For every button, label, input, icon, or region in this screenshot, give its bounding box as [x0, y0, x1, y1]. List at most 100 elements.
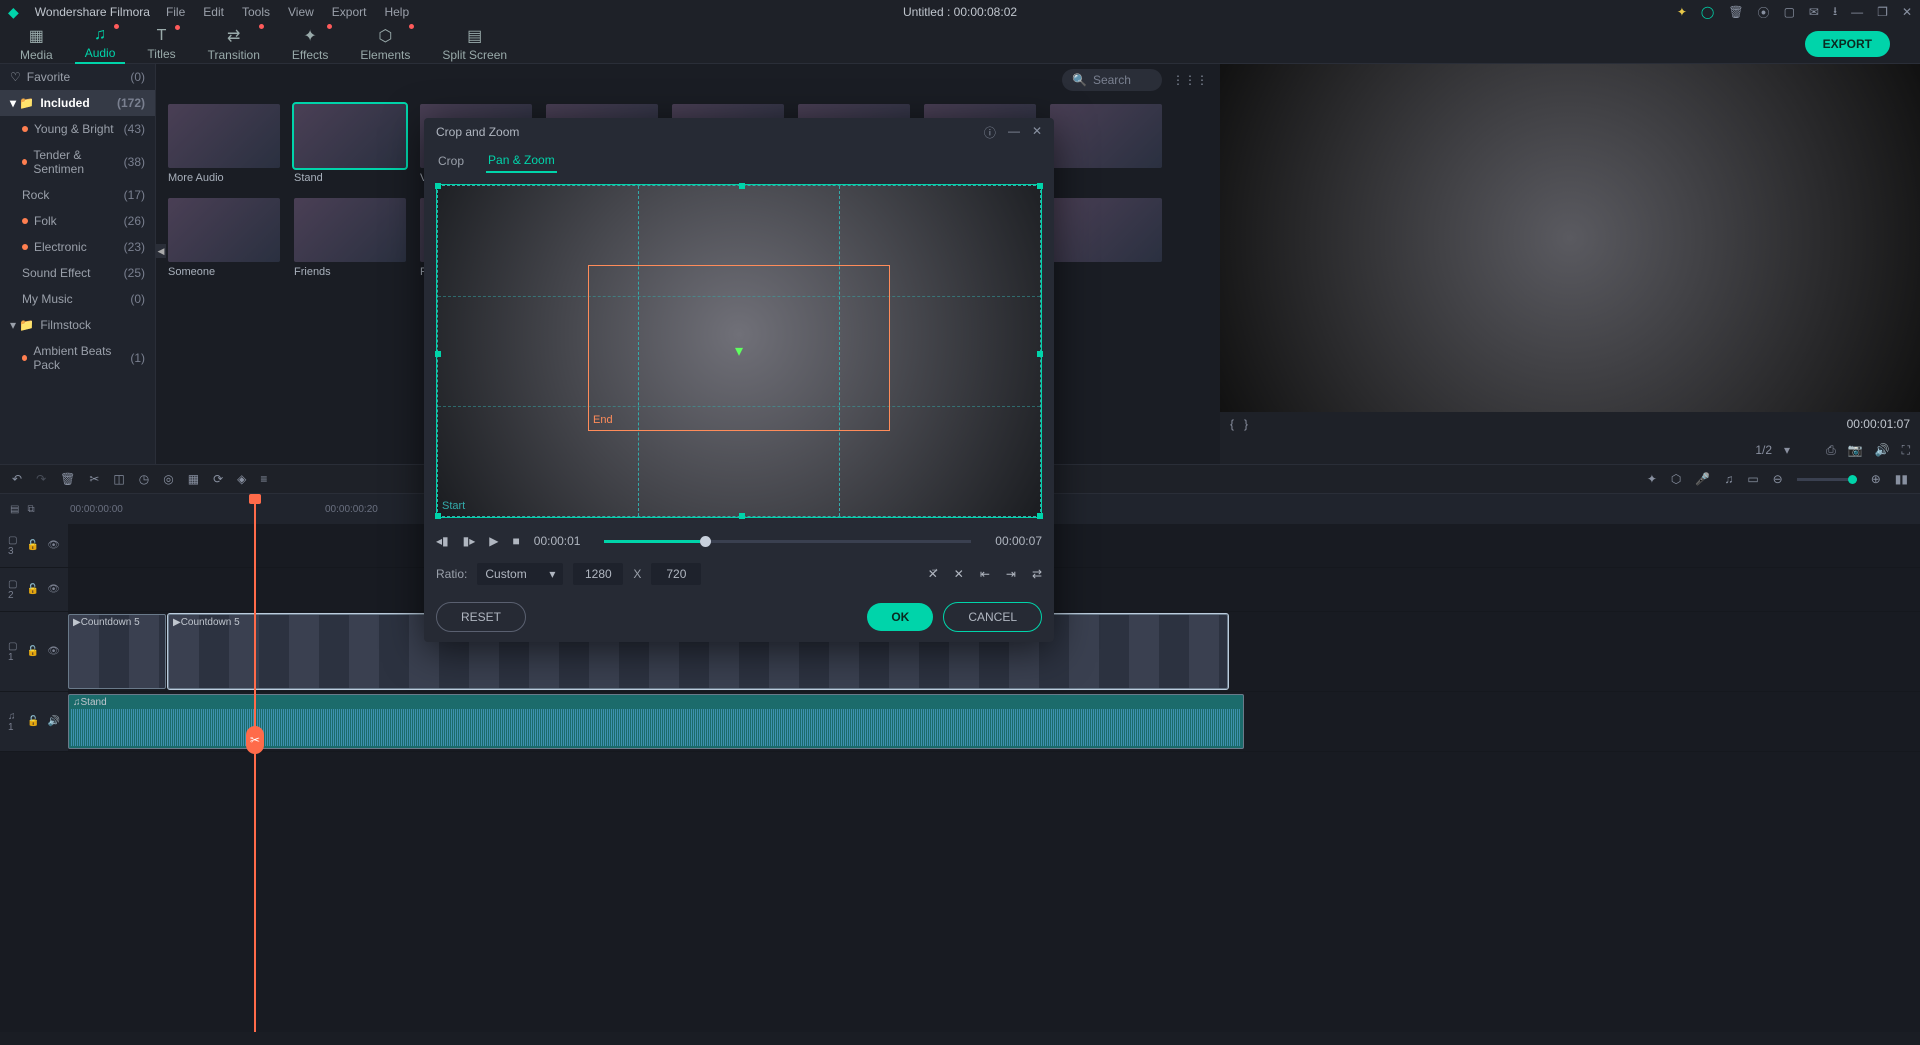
width-input[interactable]: 1280 [573, 563, 623, 585]
tab-split-screen[interactable]: ▤Split Screen [432, 24, 517, 64]
visibility-icon[interactable]: 👁 [47, 646, 60, 657]
visibility-icon[interactable]: 👁 [47, 584, 60, 595]
track-lane[interactable]: ♫ Stand [68, 692, 1920, 751]
sidebar-item-ambient-beats-pack[interactable]: Ambient Beats Pack(1) [0, 338, 155, 378]
next-frame-icon[interactable]: ▮▸ [463, 534, 476, 548]
trash-icon[interactable]: 🗑 [1728, 5, 1743, 19]
download-icon[interactable]: ⭳ [1833, 2, 1837, 23]
link-icon[interactable]: ⧉ [27, 504, 34, 515]
lock-icon[interactable]: 🔓 [27, 716, 39, 727]
video-clip[interactable]: ▶ Countdown 5 [68, 614, 166, 689]
zoom-in-icon[interactable]: ⊕ [1871, 472, 1881, 486]
mail-icon[interactable]: ✉ [1809, 5, 1819, 19]
mute-icon[interactable]: 🔊 [48, 716, 60, 727]
cut-icon[interactable]: ✂ [89, 472, 99, 486]
marker-add-icon[interactable]: ⬡ [1671, 472, 1681, 486]
stop-icon[interactable]: ■ [513, 534, 520, 548]
minimize-icon[interactable]: — [1851, 5, 1863, 19]
tab-crop[interactable]: Crop [436, 150, 466, 172]
swap-close-icon[interactable]: ✕ [954, 567, 964, 581]
undo-icon[interactable]: ↶ [12, 472, 22, 486]
tab-titles[interactable]: TTitles [137, 25, 185, 63]
audio-icon[interactable]: ♫ [1724, 472, 1733, 486]
chevron-down-icon[interactable]: ▾ [1784, 443, 1790, 457]
redo-icon[interactable]: ↷ [36, 472, 46, 486]
preview-scrubber[interactable]: { } 00:00:01:07 [1220, 412, 1920, 436]
cancel-button[interactable]: CANCEL [943, 602, 1042, 632]
play-icon[interactable]: ▶ [489, 534, 498, 548]
minimize-dialog-icon[interactable]: — [1008, 124, 1020, 141]
snapshot-icon[interactable]: ⎙ [1826, 443, 1836, 458]
pan-zoom-canvas[interactable]: Start End ▾ [436, 184, 1042, 518]
tab-elements[interactable]: ⬡Elements [350, 24, 420, 64]
snap-icon[interactable]: ▭ [1747, 472, 1758, 486]
adjust-icon[interactable]: ≡ [260, 472, 267, 486]
close-icon[interactable]: ✕ [1902, 5, 1912, 19]
mark-in-icon[interactable]: { [1230, 417, 1234, 431]
crop-icon[interactable]: ◫ [113, 472, 124, 486]
align-left-icon[interactable]: ⇤ [980, 567, 990, 581]
ratio-dropdown[interactable]: Custom▾ [477, 563, 563, 585]
search-input[interactable]: 🔍 Search [1062, 69, 1162, 91]
dialog-titlebar[interactable]: Crop and Zoom ⓘ — ✕ [424, 118, 1054, 146]
media-thumb[interactable] [1050, 104, 1162, 184]
media-thumb[interactable]: Friends [294, 198, 406, 278]
idea-icon[interactable]: ✦ [1677, 5, 1687, 19]
dialog-scrubber[interactable] [604, 540, 971, 543]
lock-icon[interactable]: 🔓 [27, 540, 39, 551]
mark-out-icon[interactable]: } [1244, 417, 1248, 431]
lock-icon[interactable]: 🔓 [27, 646, 39, 657]
greenscreen-icon[interactable]: ▦ [188, 472, 199, 486]
media-thumb[interactable]: More Audio [168, 104, 280, 184]
close-dialog-icon[interactable]: ✕ [1032, 124, 1042, 141]
swap-icon[interactable]: ✕⃗ [928, 567, 938, 581]
sidebar-item-filmstock[interactable]: ▾ 📁Filmstock [0, 312, 155, 338]
speed-icon[interactable]: ◷ [139, 472, 149, 486]
zoom-slider[interactable] [1797, 478, 1857, 481]
maximize-icon[interactable]: ❐ [1877, 5, 1888, 19]
tab-pan-zoom[interactable]: Pan & Zoom [486, 149, 557, 173]
help-icon[interactable]: ⓘ [984, 124, 996, 141]
sidebar-item-young-bright[interactable]: Young & Bright(43) [0, 116, 155, 142]
grid-view-icon[interactable]: ⋮⋮⋮ [1172, 73, 1208, 87]
sidebar-item-included[interactable]: ▾ 📁Included(172) [0, 90, 155, 116]
sidebar-item-electronic[interactable]: Electronic(23) [0, 234, 155, 260]
sidebar-item-my-music[interactable]: My Music(0) [0, 286, 155, 312]
tab-media[interactable]: ▦Media [10, 24, 63, 64]
render-icon[interactable]: ⟳ [213, 472, 223, 486]
keyframe-icon[interactable]: ◈ [237, 472, 246, 486]
sidebar-item-rock[interactable]: Rock(17) [0, 182, 155, 208]
audio-clip[interactable]: ♫ Stand [68, 694, 1244, 749]
menu-export[interactable]: Export [332, 5, 367, 19]
quality-dropdown[interactable]: 1/2 [1755, 443, 1772, 457]
fullscreen-icon[interactable]: ⛶ [1902, 443, 1910, 458]
align-right-icon[interactable]: ⇥ [1006, 567, 1016, 581]
prev-frame-icon[interactable]: ◂▮ [436, 534, 449, 548]
save-icon[interactable]: ▢ [1784, 5, 1795, 19]
tab-audio[interactable]: ♫Audio [75, 24, 126, 64]
preview-canvas[interactable] [1220, 64, 1920, 412]
mixer-icon[interactable]: ✦ [1647, 472, 1657, 486]
split-scissors-icon[interactable]: ✂ [246, 726, 264, 754]
sidebar-item-sound-effect[interactable]: Sound Effect(25) [0, 260, 155, 286]
manage-tracks-icon[interactable]: ▤ [10, 504, 19, 515]
sidebar-item-folk[interactable]: Folk(26) [0, 208, 155, 234]
account-icon[interactable]: ⦿ [1758, 4, 1770, 21]
collapse-sidebar-icon[interactable]: ◀ [156, 244, 166, 258]
playhead[interactable] [254, 494, 256, 524]
sidebar-item-tender-sentimen[interactable]: Tender & Sentimen(38) [0, 142, 155, 182]
reverse-icon[interactable]: ⇄ [1032, 567, 1042, 581]
zoom-fit-icon[interactable]: ▮▮ [1895, 472, 1908, 486]
record-vo-icon[interactable]: 🎤 [1695, 472, 1710, 486]
color-icon[interactable]: ◎ [163, 472, 173, 486]
ok-button[interactable]: OK [867, 603, 933, 631]
menu-file[interactable]: File [166, 5, 185, 19]
visibility-icon[interactable]: 👁 [47, 540, 60, 551]
media-thumb[interactable] [1050, 198, 1162, 278]
media-thumb[interactable]: Stand [294, 104, 406, 184]
support-icon[interactable]: ◯ [1701, 5, 1714, 19]
camera-icon[interactable]: 📷 [1848, 443, 1863, 457]
tab-effects[interactable]: ✦Effects [282, 24, 338, 64]
tab-transition[interactable]: ⇄Transition [198, 24, 270, 64]
media-thumb[interactable]: Someone [168, 198, 280, 278]
